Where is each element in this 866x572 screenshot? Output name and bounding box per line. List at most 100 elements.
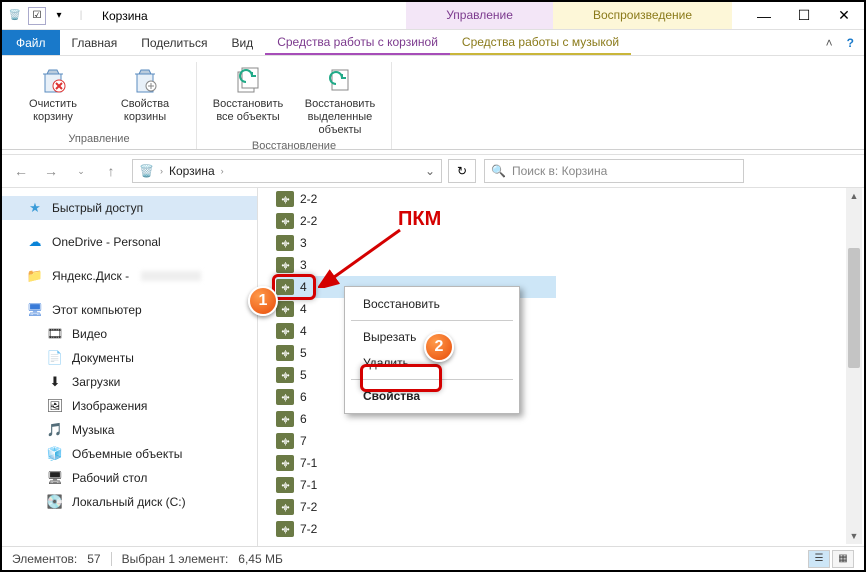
annotation-badge-1: 1 — [248, 286, 278, 316]
window-title: Корзина — [102, 9, 148, 23]
file-name: 7 — [300, 434, 307, 448]
file-name: 5 — [300, 368, 307, 382]
qat-separator: | — [72, 7, 90, 25]
file-name: 3 — [300, 236, 307, 250]
empty-bin-icon — [37, 64, 69, 96]
pc-icon: 🖥 — [26, 302, 44, 318]
file-row[interactable]: •ı|ı•3 — [276, 254, 556, 276]
desktop-icon: 🖥 — [46, 470, 64, 486]
recycle-bin-icon: 🗑️ — [6, 7, 24, 25]
address-bar[interactable]: 🗑️ › Корзина › ⌄ — [132, 159, 442, 183]
help-icon[interactable]: ? — [847, 36, 854, 50]
sidebar-yandex-disk[interactable]: 📁Яндекс.Диск - — [2, 264, 257, 288]
file-name: 7-2 — [300, 500, 317, 514]
minimize-button[interactable]: — — [744, 2, 784, 30]
file-name: 7-1 — [300, 478, 317, 492]
address-dropdown-icon[interactable]: ⌄ — [425, 164, 435, 178]
redacted — [141, 271, 201, 281]
file-row[interactable]: •ı|ı•7-1 — [276, 474, 556, 496]
audio-file-icon: •ı|ı• — [276, 213, 294, 229]
sidebar-music[interactable]: 🎵Музыка — [2, 418, 257, 442]
qat-item-icon[interactable]: ☑ — [28, 7, 46, 25]
file-row[interactable]: •ı|ı•2-2 — [276, 188, 556, 210]
tab-file[interactable]: Файл — [2, 30, 60, 55]
context-tab-playback[interactable]: Воспроизведение — [553, 2, 732, 29]
tab-home[interactable]: Главная — [60, 30, 130, 55]
sidebar-this-pc[interactable]: 🖥Этот компьютер — [2, 298, 257, 322]
sidebar-onedrive[interactable]: ☁OneDrive - Personal — [2, 230, 257, 254]
audio-file-icon: •ı|ı• — [276, 411, 294, 427]
pictures-icon: 🖼 — [46, 398, 64, 414]
vertical-scrollbar[interactable]: ▲ ▼ — [846, 188, 862, 544]
file-row[interactable]: •ı|ı•3 — [276, 232, 556, 254]
file-name: 6 — [300, 412, 307, 426]
file-name: 5 — [300, 346, 307, 360]
ctx-properties[interactable]: Свойства — [345, 383, 519, 409]
ctx-restore[interactable]: Восстановить — [345, 291, 519, 317]
tab-view[interactable]: Вид — [219, 30, 265, 55]
file-name: 7-2 — [300, 522, 317, 536]
tab-bin-tools[interactable]: Средства работы с корзиной — [265, 30, 450, 55]
context-tab-manage[interactable]: Управление — [406, 2, 553, 29]
file-name: 2-2 — [300, 192, 317, 206]
forward-button[interactable]: → — [38, 159, 64, 183]
tab-music-tools[interactable]: Средства работы с музыкой — [450, 30, 631, 55]
restore-sel-icon — [324, 64, 356, 96]
view-icons-button[interactable]: ▦ — [832, 550, 854, 568]
sidebar-desktop[interactable]: 🖥Рабочий стол — [2, 466, 257, 490]
tab-share[interactable]: Поделиться — [129, 30, 219, 55]
scroll-thumb[interactable] — [848, 248, 860, 368]
sidebar-pictures[interactable]: 🖼Изображения — [2, 394, 257, 418]
sidebar-quick-access[interactable]: ★Быстрый доступ — [2, 196, 257, 220]
restore-all-icon — [232, 64, 264, 96]
view-details-button[interactable]: ☰ — [808, 550, 830, 568]
status-selection-label: Выбран 1 элемент: — [122, 552, 229, 566]
maximize-button[interactable]: ☐ — [784, 2, 824, 30]
ribbon-group-manage: Управление — [68, 131, 129, 149]
bin-properties-button[interactable]: Свойства корзины — [102, 62, 188, 131]
close-button[interactable]: ✕ — [824, 2, 864, 30]
star-icon: ★ — [26, 200, 44, 216]
restore-all-button[interactable]: Восстановить все объекты — [205, 62, 291, 138]
sidebar-downloads[interactable]: ⬇Загрузки — [2, 370, 257, 394]
sidebar-local-disk-c[interactable]: 💽Локальный диск (C:) — [2, 490, 257, 514]
audio-file-icon: •ı|ı• — [276, 323, 294, 339]
refresh-button[interactable]: ↻ — [448, 159, 476, 183]
file-row[interactable]: •ı|ı• 7-2 — [276, 518, 556, 540]
empty-bin-button[interactable]: Очистить корзину — [10, 62, 96, 131]
scroll-down-icon[interactable]: ▼ — [846, 528, 862, 544]
search-placeholder: Поиск в: Корзина — [512, 164, 607, 178]
file-name: 4 — [300, 324, 307, 338]
audio-file-icon: •ı|ı• — [276, 367, 294, 383]
file-row[interactable]: •ı|ı• 7-2 — [276, 496, 556, 518]
file-row[interactable]: •ı|ı•7-1 — [276, 452, 556, 474]
ctx-separator — [351, 320, 513, 321]
title-bar: 🗑️ ☑ ▾ | Корзина Управление Воспроизведе… — [2, 2, 864, 30]
sidebar-documents[interactable]: 📄Документы — [2, 346, 257, 370]
sidebar-3d-objects[interactable]: 🧊Объемные объекты — [2, 442, 257, 466]
up-button[interactable]: ↑ — [98, 159, 124, 183]
audio-file-icon: •ı|ı• — [276, 499, 294, 515]
search-input[interactable]: 🔍 Поиск в: Корзина — [484, 159, 744, 183]
breadcrumb-root[interactable]: Корзина — [169, 164, 215, 178]
file-row[interactable]: •ı|ı•7 — [276, 430, 556, 452]
file-name: 7-1 — [300, 456, 317, 470]
audio-file-icon: •ı|ı• — [276, 389, 294, 405]
back-button[interactable]: ← — [8, 159, 34, 183]
documents-icon: 📄 — [46, 350, 64, 366]
scroll-up-icon[interactable]: ▲ — [846, 188, 862, 204]
ribbon-collapse-icon[interactable]: ˄ — [826, 36, 833, 50]
bin-props-icon — [129, 64, 161, 96]
status-bar: Элементов: 57 Выбран 1 элемент: 6,45 МБ … — [2, 546, 864, 570]
sidebar-videos[interactable]: 🎞Видео — [2, 322, 257, 346]
music-icon: 🎵 — [46, 422, 64, 438]
ribbon-group-restore: Восстановление — [252, 138, 336, 156]
history-dropdown[interactable]: ⌄ — [68, 159, 94, 183]
qat-dropdown-icon[interactable]: ▾ — [50, 7, 68, 25]
cloud-icon: ☁ — [26, 234, 44, 250]
restore-selected-button[interactable]: Восстановить выделенные объекты — [297, 62, 383, 138]
search-icon: 🔍 — [491, 164, 506, 178]
ribbon-tabs: Файл Главная Поделиться Вид Средства раб… — [2, 30, 864, 56]
audio-file-icon: •ı|ı• — [276, 521, 294, 537]
file-name: 3 — [300, 258, 307, 272]
